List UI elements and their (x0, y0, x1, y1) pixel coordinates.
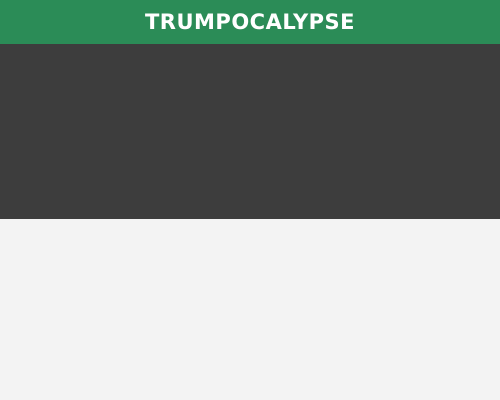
page-content (0, 219, 500, 400)
hero-banner (0, 44, 500, 219)
site-title[interactable]: TRUMPOCALYPSE (145, 11, 355, 33)
site-header: TRUMPOCALYPSE (0, 0, 500, 44)
